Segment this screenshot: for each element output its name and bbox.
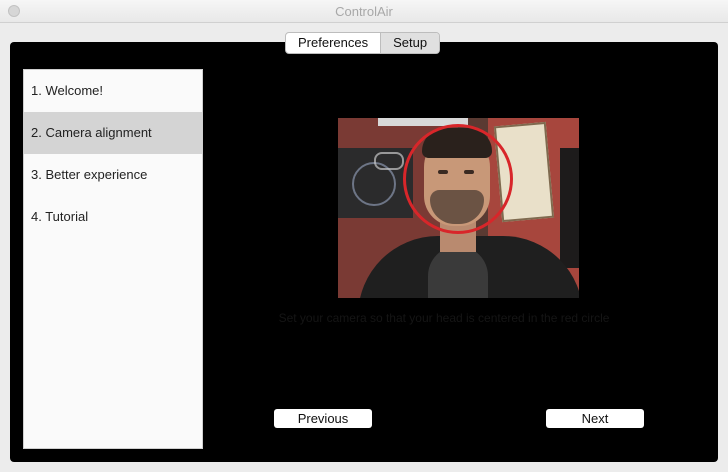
sidebar-item-welcome[interactable]: 1. Welcome! bbox=[24, 70, 202, 112]
sidebar-item-tutorial[interactable]: 4. Tutorial bbox=[24, 196, 202, 238]
sidebar-item-camera-alignment[interactable]: 2. Camera alignment bbox=[24, 112, 202, 154]
tab-preferences[interactable]: Preferences bbox=[286, 33, 380, 53]
camera-preview bbox=[338, 118, 579, 298]
title-bar: ControlAir bbox=[0, 0, 728, 23]
window-title: ControlAir bbox=[335, 4, 393, 19]
sidebar-item-better-experience[interactable]: 3. Better experience bbox=[24, 154, 202, 196]
alignment-instructions: Set your camera so that your head is cen… bbox=[278, 311, 610, 325]
next-button[interactable]: Next bbox=[546, 409, 644, 428]
tab-bar: Preferences Setup bbox=[285, 32, 441, 54]
setup-steps-list: 1. Welcome! 2. Camera alignment 3. Bette… bbox=[23, 69, 203, 449]
previous-button[interactable]: Previous bbox=[274, 409, 372, 428]
tab-setup[interactable]: Setup bbox=[380, 33, 440, 53]
alignment-circle bbox=[403, 124, 513, 234]
